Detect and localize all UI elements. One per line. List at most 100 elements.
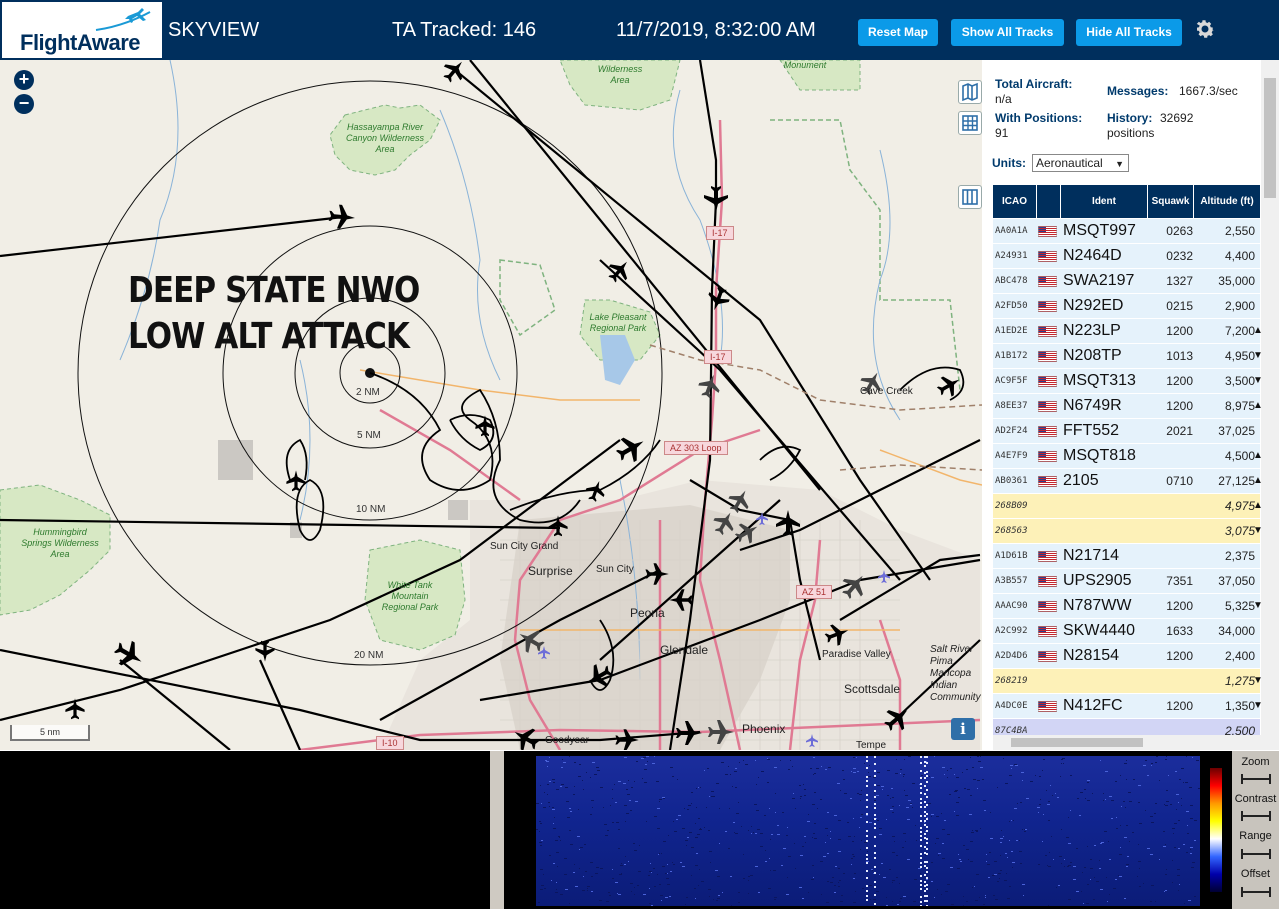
us-flag-icon [1038, 451, 1057, 462]
flightaware-logo[interactable]: FlightAware [2, 2, 162, 58]
table-row[interactable]: A2FD50 N292ED 0215 2,900 [993, 294, 1260, 319]
us-flag-icon [1038, 626, 1057, 637]
icao-cell: A2FD50 [995, 301, 1028, 311]
city-cave-creek: Cave Creek [860, 386, 913, 397]
columns-toggle-button[interactable] [958, 185, 982, 209]
table-row[interactable]: A1D61B N21714 2,375 [993, 544, 1260, 569]
contrast-control-label: Contrast [1234, 793, 1277, 805]
vertical-scroll-thumb[interactable] [1264, 78, 1276, 198]
icao-cell: 268B09 [995, 501, 1028, 511]
col-header-ident[interactable]: Ident [1061, 185, 1147, 218]
units-select-value: Aeronautical [1036, 156, 1103, 170]
city-phoenix: Phoenix [742, 722, 786, 736]
park-label-lake-pleasant: Lake Pleasant Regional Park [589, 312, 647, 333]
altitude-cell: 1,350 [1224, 699, 1255, 713]
squawk-cell: 1200 [1166, 399, 1193, 413]
show-all-tracks-button[interactable]: Show All Tracks [951, 19, 1064, 46]
table-row[interactable]: 268B09 4,975 ▲ [993, 494, 1263, 519]
map-info-button[interactable]: i [951, 718, 975, 740]
squawk-cell: 1327 [1166, 274, 1193, 288]
horizontal-scrollbar[interactable] [993, 735, 1261, 750]
road-shield-loop303: AZ 303 Loop [664, 441, 728, 455]
grid-icon [962, 115, 978, 131]
waterfall-colorbar [1210, 768, 1222, 892]
table-row[interactable]: AAAC90 N787WW 1200 5,325 ▼ [993, 594, 1263, 619]
us-flag-icon [1038, 226, 1057, 237]
us-flag-icon [1038, 251, 1057, 262]
table-row[interactable]: A8EE37 N6749R 1200 8,975 ▲ [993, 394, 1263, 419]
city-goodyear: Goodyear [545, 735, 589, 746]
vertical-scrollbar[interactable] [1261, 60, 1279, 750]
table-row[interactable]: A1B172 N208TP 1013 4,950 ▼ [993, 344, 1263, 369]
icao-cell: 268563 [995, 526, 1028, 536]
altitude-cell: 4,950 [1224, 349, 1255, 363]
road-shield-i10: I-10 [376, 736, 404, 750]
col-header-squawk[interactable]: Squawk [1148, 185, 1193, 218]
messages-value: 1667.3/sec [1179, 84, 1238, 98]
ident-cell: N292ED [1063, 297, 1124, 314]
overlay-headline-line1: DEEP STATE NWO [128, 270, 420, 311]
squawk-cell: 1200 [1166, 374, 1193, 388]
aircraft-panel: Total Aircraft: n/a With Positions: 91 M… [982, 60, 1279, 750]
table-row[interactable]: A3B557 UPS2905 7351 37,050 [993, 569, 1260, 594]
waterfall-noise [536, 756, 1200, 907]
map-view[interactable]: + − DEEP STATE NWO LOW ALT ATTACK 2 NM 5… [0, 60, 982, 750]
hide-all-tracks-button[interactable]: Hide All Tracks [1076, 19, 1182, 46]
road-shield-i17: I-17 [704, 350, 732, 364]
icao-cell: A2D4D6 [995, 651, 1028, 661]
ident-cell: N2464D [1063, 247, 1122, 264]
table-row[interactable]: A2C992 SKW4440 1633 34,000 [993, 619, 1260, 644]
icao-cell: AA0A1A [995, 226, 1028, 236]
squawk-cell [1143, 494, 1193, 518]
ident-cell: N208TP [1063, 347, 1122, 364]
table-row[interactable]: A24931 N2464D 0232 4,400 [993, 244, 1260, 269]
col-header-icao[interactable]: ICAO [993, 185, 1036, 218]
table-row[interactable]: A4DC0E N412FC 1200 1,350 ▼ [993, 694, 1263, 719]
table-row[interactable]: AD2F24 FFT552 2021 37,025 [993, 419, 1260, 444]
units-select[interactable]: Aeronautical [1032, 154, 1129, 172]
table-row[interactable]: A4E7F9 MSQT818 4,500 ▲ [993, 444, 1263, 469]
table-row[interactable]: AA0A1A MSQT997 0263 2,550 [993, 219, 1260, 244]
col-header-flag[interactable] [1037, 185, 1060, 218]
contrast-slider[interactable] [1241, 811, 1271, 821]
col-header-altitude[interactable]: Altitude (ft) [1194, 185, 1260, 218]
table-row[interactable]: AB0361 2105 0710 27,125 ▲ [993, 469, 1263, 494]
squawk-cell: 2021 [1166, 424, 1193, 438]
squawk-cell: 0215 [1166, 299, 1193, 313]
total-aircraft-value: n/a [995, 92, 1012, 106]
horizontal-scroll-thumb[interactable] [1011, 738, 1143, 747]
ident-cell: N21714 [1063, 547, 1120, 564]
altitude-cell: 37,025 [1218, 424, 1255, 438]
table-row[interactable]: A2D4D6 N28154 1200 2,400 [993, 644, 1260, 669]
reset-map-button[interactable]: Reset Map [858, 19, 938, 46]
map-layers-button[interactable] [958, 80, 982, 104]
us-flag-icon [1038, 601, 1057, 612]
panel-divider[interactable] [490, 751, 504, 909]
table-row[interactable]: AC9F5F MSQT313 1200 3,500 ▼ [993, 369, 1263, 394]
zoom-out-button[interactable]: − [14, 94, 34, 114]
squawk-cell: 1200 [1166, 599, 1193, 613]
table-row[interactable]: 268219 1,275 ▼ [993, 669, 1263, 694]
squawk-cell [1143, 444, 1193, 468]
ident-cell: MSQT818 [1063, 447, 1136, 464]
waterfall-display[interactable] [504, 756, 1200, 907]
ident-cell: N787WW [1063, 597, 1132, 614]
zoom-slider[interactable] [1241, 774, 1271, 784]
ident-cell: MSQT313 [1063, 372, 1136, 389]
table-row[interactable]: 268563 3,075 ▼ [993, 519, 1263, 544]
squawk-cell: 1013 [1166, 349, 1193, 363]
table-row[interactable]: ABC478 SWA2197 1327 35,000 [993, 269, 1260, 294]
offset-slider[interactable] [1241, 887, 1271, 897]
squawk-cell: 1200 [1166, 324, 1193, 338]
us-flag-icon [1038, 576, 1057, 587]
range-slider[interactable] [1241, 849, 1271, 859]
waterfall-controls: Zoom Contrast Range Offset [1232, 751, 1279, 909]
gear-icon[interactable] [1193, 17, 1217, 41]
squawk-cell: 0710 [1166, 474, 1193, 488]
zoom-in-button[interactable]: + [14, 70, 34, 90]
table-row[interactable]: A1ED2E N223LP 1200 7,200 ▲ [993, 319, 1263, 344]
us-flag-icon [1038, 401, 1057, 412]
grid-toggle-button[interactable] [958, 111, 982, 135]
map-canvas[interactable] [0, 60, 982, 750]
squawk-cell [1143, 544, 1193, 568]
